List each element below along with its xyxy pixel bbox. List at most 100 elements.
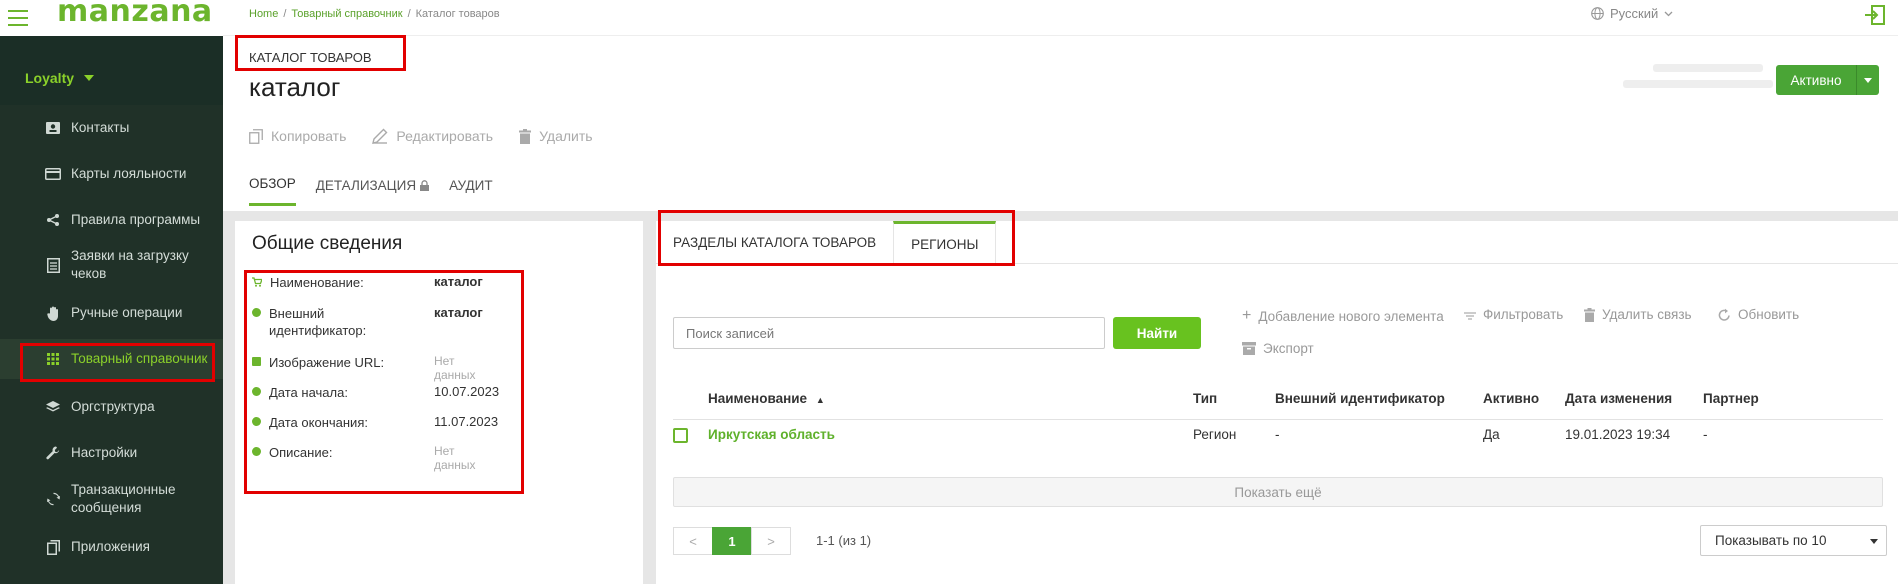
section-switcher-label: Loyalty <box>25 70 75 86</box>
sidebar-item-contacts[interactable]: Контакты <box>0 113 223 143</box>
per-page-select[interactable]: Показывать по 10 <box>1700 525 1887 556</box>
archive-icon <box>1242 342 1256 355</box>
field-name: Наименование: каталог <box>252 274 483 291</box>
export-label: Экспорт <box>1263 341 1314 356</box>
row-type: Регион <box>1193 427 1237 442</box>
unlink-button[interactable]: Удалить связь <box>1584 307 1692 322</box>
unlink-label: Удалить связь <box>1602 307 1692 322</box>
copy-label: Копировать <box>271 128 347 144</box>
field-start-date: Дата начала: 10.07.2023 <box>252 384 499 401</box>
add-element-button[interactable]: + Добавление нового элемента <box>1242 307 1444 325</box>
row-name-link[interactable]: Иркутская область <box>708 427 835 442</box>
sidebar-item-settings[interactable]: Настройки <box>0 438 223 468</box>
tab-overview[interactable]: ОБЗОР <box>249 176 296 206</box>
hand-icon <box>45 305 61 321</box>
sidebar-item-label: Приложения <box>71 539 150 554</box>
sidebar-item-applications[interactable]: Приложения <box>0 532 223 562</box>
chevron-down-icon <box>1870 539 1878 544</box>
sidebar-item-label: Транзакционные сообщения <box>71 482 176 515</box>
row-checkbox[interactable] <box>673 428 688 443</box>
language-selector[interactable]: Русский <box>1591 6 1673 21</box>
field-value: каталог <box>434 305 483 320</box>
trash-icon <box>519 128 532 144</box>
status-dropdown-toggle[interactable] <box>1856 65 1879 95</box>
refresh-button[interactable]: Обновить <box>1718 307 1799 322</box>
add-element-label: Добавление нового элемента <box>1258 308 1444 324</box>
find-button[interactable]: Найти <box>1113 317 1201 349</box>
sidebar-item-label: Правила программы <box>71 212 201 227</box>
tab-details[interactable]: ДЕТАЛИЗАЦИЯ <box>315 176 430 206</box>
edit-label: Редактировать <box>396 128 494 144</box>
refresh-label: Обновить <box>1738 307 1800 322</box>
image-icon <box>252 357 261 366</box>
export-button[interactable]: Экспорт <box>1242 341 1314 356</box>
filter-button[interactable]: Фильтровать <box>1464 307 1563 322</box>
info-icon <box>252 387 261 396</box>
logout-button[interactable] <box>1864 4 1886 29</box>
sidebar-item-transactional-messages[interactable]: Транзакционные сообщения <box>0 479 223 519</box>
tab-catalog-sections[interactable]: РАЗДЕЛЫ КАТАЛОГА ТОВАРОВ <box>656 221 893 264</box>
sync-icon <box>45 491 61 507</box>
language-label: Русский <box>1610 6 1659 21</box>
section-switcher[interactable]: Loyalty <box>25 70 95 86</box>
sidebar-item-label: Ручные операции <box>71 305 183 320</box>
status-button[interactable]: Активно <box>1776 65 1856 95</box>
row-external-id: - <box>1275 427 1280 442</box>
column-header-modified[interactable]: Дата изменения <box>1565 391 1672 406</box>
column-header-partner[interactable]: Партнер <box>1703 391 1759 406</box>
sidebar-item-manual-operations[interactable]: Ручные операции <box>0 298 223 328</box>
field-label: Изображение URL: <box>269 355 385 370</box>
per-page-value: Показывать по 10 <box>1715 533 1827 548</box>
sidebar-item-receipt-requests[interactable]: Заявки на загрузку чеков <box>0 245 223 285</box>
top-bar: Home / Товарный справочник / Каталог товаров… <box>223 0 1898 36</box>
sidebar-item-label: Карты лояльности <box>71 166 187 181</box>
field-description: Описание: Нет данных <box>252 444 476 472</box>
sidebar-nav: Контакты Карты лояльности Правила програ… <box>0 105 223 584</box>
sidebar-item-loyalty-cards[interactable]: Карты лояльности <box>0 159 223 189</box>
column-header-name[interactable]: Наименование ▲ <box>708 391 825 406</box>
sidebar-item-org-structure[interactable]: Оргструктура <box>0 392 223 422</box>
sidebar-item-label: Контакты <box>71 120 130 135</box>
tab-label: ДЕТАЛИЗАЦИЯ <box>315 177 417 193</box>
sidebar: manzana Loyalty Контакты Карты лояльност… <box>0 0 223 584</box>
sidebar-item-program-rules[interactable]: Правила программы <box>0 205 223 235</box>
field-image-url: Изображение URL: Нет данных <box>252 354 476 382</box>
delete-button[interactable]: Удалить <box>519 128 593 144</box>
edit-button[interactable]: Редактировать <box>372 128 493 144</box>
hamburger-menu-icon[interactable] <box>8 10 28 26</box>
copy-icon <box>249 128 263 144</box>
logout-icon <box>1865 5 1885 25</box>
lock-icon <box>420 179 430 191</box>
column-header-external-id[interactable]: Внешний идентификатор <box>1275 391 1445 406</box>
general-info-title: Общие сведения <box>252 233 403 254</box>
page-title: каталог <box>249 72 341 102</box>
field-label: Дата окончания: <box>269 415 368 430</box>
action-toolbar: Копировать Редактировать Удалить <box>249 128 593 144</box>
show-more-button[interactable]: Показать ещё <box>673 477 1883 507</box>
field-value: Нет данных <box>434 354 476 382</box>
tab-audit[interactable]: АУДИТ <box>449 176 492 206</box>
sidebar-item-label: Оргструктура <box>71 399 155 414</box>
info-icon <box>252 417 261 426</box>
column-header-active[interactable]: Активно <box>1483 391 1539 406</box>
copy-button[interactable]: Копировать <box>249 128 346 144</box>
breadcrumb-parent-link[interactable]: Товарный справочник <box>291 8 402 20</box>
related-records-card: РАЗДЕЛЫ КАТАЛОГА ТОВАРОВ РЕГИОНЫ Найти +… <box>656 221 1898 584</box>
breadcrumb: Home / Товарный справочник / Каталог товаров <box>249 8 500 20</box>
next-page-button[interactable]: > <box>751 527 791 555</box>
tab-regions[interactable]: РЕГИОНЫ <box>893 221 997 265</box>
sidebar-item-product-catalog[interactable]: Товарный справочник <box>0 339 223 379</box>
page-button-1[interactable]: 1 <box>712 527 752 555</box>
row-partner: - <box>1703 427 1708 442</box>
column-header-type[interactable]: Тип <box>1193 391 1217 406</box>
refresh-icon <box>1718 308 1730 321</box>
field-external-id: Внешний идентификатор: каталог <box>252 305 483 339</box>
field-value: Нет данных <box>434 444 476 472</box>
filter-icon <box>1464 311 1476 320</box>
search-input[interactable] <box>673 317 1105 349</box>
prev-page-button[interactable]: < <box>673 527 713 555</box>
field-end-date: Дата окончания: 11.07.2023 <box>252 414 498 431</box>
app-logo[interactable]: manzana <box>57 0 213 29</box>
info-icon <box>252 308 261 317</box>
breadcrumb-home-link[interactable]: Home <box>249 8 278 20</box>
